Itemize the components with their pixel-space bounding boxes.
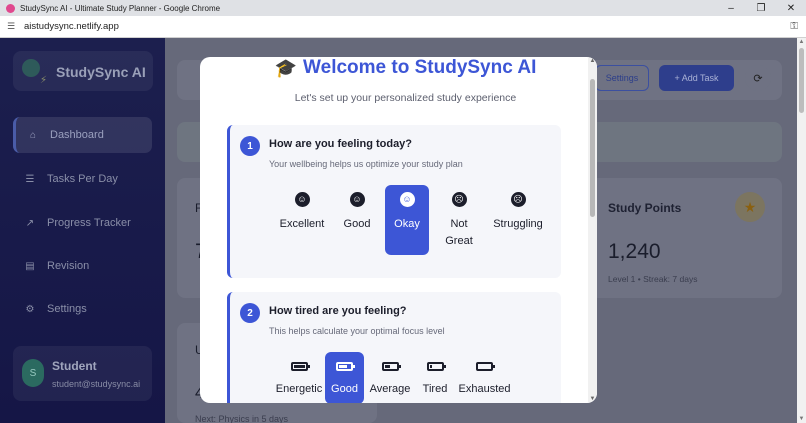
scroll-down-icon[interactable]: ▼	[797, 416, 806, 422]
mood-option-okay[interactable]: ☺ Okay	[385, 185, 429, 255]
brand[interactable]: ⚡ StudySync AI	[13, 51, 153, 91]
option-label: Excellent	[279, 218, 325, 230]
modal-scrollbar[interactable]: ▲ ▼	[588, 57, 597, 403]
question-card-mood: 1 How are you feeling today? Your wellbe…	[227, 125, 561, 278]
sidebar-item-tasks-per-day[interactable]: ☰ Tasks Per Day	[13, 161, 152, 197]
sidebar: ⚡ StudySync AI ⌂ Dashboard ☰ Tasks Per D…	[0, 38, 165, 423]
option-label: Struggling	[493, 218, 543, 230]
sidebar-item-label: Progress Tracker	[47, 217, 131, 229]
page-scroll-thumb[interactable]	[799, 48, 804, 113]
scroll-down-icon[interactable]: ▼	[588, 396, 597, 402]
sidebar-item-label: Dashboard	[50, 129, 104, 141]
add-task-button[interactable]: + Add Task	[659, 65, 734, 91]
user-profile[interactable]: S Student student@studysync.ai	[13, 346, 152, 401]
laugh-icon: ☺	[294, 192, 310, 207]
book-icon: ▤	[25, 260, 35, 272]
graduation-cap-icon: 🎓	[274, 57, 298, 78]
mood-option-good[interactable]: ☺ Good	[337, 185, 377, 255]
brand-name: StudySync AI	[56, 64, 146, 80]
study-points-level: Level 1 • Streak: 7 days	[608, 274, 698, 284]
battery-empty-icon	[476, 362, 495, 371]
modal-title-text: Welcome to StudySync AI	[303, 57, 537, 78]
question-number: 2	[240, 303, 260, 323]
list-icon: ☰	[25, 173, 35, 185]
onboarding-modal: 🎓 Welcome to StudySync AI Let's set up y…	[200, 57, 597, 403]
sidebar-item-progress-tracker[interactable]: ↗ Progress Tracker	[13, 205, 152, 241]
smile-icon: ☺	[349, 192, 365, 207]
question-hint: This helps calculate your optimal focus …	[269, 326, 445, 336]
browser-title-bar: StudySync AI - Ultimate Study Planner - …	[0, 0, 806, 16]
site-settings-icon[interactable]: ☰	[6, 21, 16, 32]
modal-scroll-thumb[interactable]	[590, 79, 595, 217]
restore-button[interactable]: ❐	[746, 0, 776, 16]
mood-option-struggling[interactable]: ☹ Struggling	[489, 185, 547, 255]
bolt-icon: ⚡	[40, 75, 48, 86]
refresh-icon[interactable]: ⟳	[745, 65, 771, 91]
sidebar-item-label: Revision	[47, 260, 90, 272]
tired-option-tired[interactable]: Tired	[418, 352, 452, 403]
modal-title: 🎓 Welcome to StudySync AI	[200, 57, 597, 79]
battery-three-quarters-icon	[336, 362, 355, 371]
page-viewport: ⚡ StudySync AI ⌂ Dashboard ☰ Tasks Per D…	[0, 38, 797, 423]
option-label: Tired	[422, 383, 448, 395]
next-exam-text: Next: Physics in 5 days	[195, 414, 289, 423]
tired-option-good[interactable]: Good	[325, 352, 364, 403]
battery-full-icon	[290, 362, 310, 371]
battery-quarter-icon	[426, 362, 446, 371]
neutral-face-icon: ☺	[399, 192, 415, 207]
window-title: StudySync AI - Ultimate Study Planner - …	[20, 3, 221, 13]
question-hint: Your wellbeing helps us optimize your st…	[269, 159, 463, 169]
option-label: Good	[331, 383, 358, 395]
sidebar-item-revision[interactable]: ▤ Revision	[13, 248, 152, 284]
address-bar[interactable]: ☰ aistudysync.netlify.app ⚿	[0, 16, 806, 38]
option-label: Energetic	[275, 383, 323, 395]
question-text: How tired are you feeling?	[269, 305, 407, 317]
option-label: Okay	[394, 218, 420, 230]
question-card-tiredness: 2 How tired are you feeling? This helps …	[227, 292, 561, 403]
url-text[interactable]: aistudysync.netlify.app	[24, 21, 119, 32]
option-label: Exhausted	[458, 383, 511, 395]
frown-icon: ☹	[451, 192, 467, 207]
scroll-up-icon[interactable]: ▲	[588, 58, 597, 64]
close-window-button[interactable]: ✕	[776, 0, 806, 16]
question-text: How are you feeling today?	[269, 138, 413, 150]
option-label: Average	[369, 383, 411, 395]
settings-button[interactable]: Settings	[595, 65, 649, 91]
gears-icon: ⚙	[25, 303, 35, 315]
scroll-up-icon[interactable]: ▲	[797, 39, 806, 45]
sad-tear-icon: ☹	[510, 192, 526, 207]
home-icon: ⌂	[29, 129, 37, 141]
option-label: Good	[343, 218, 371, 230]
password-key-icon[interactable]: ⚿	[790, 21, 798, 32]
profile-email: student@studysync.ai	[52, 379, 141, 389]
tired-option-energetic[interactable]: Energetic	[274, 352, 324, 403]
page-scrollbar[interactable]: ▲ ▼	[797, 38, 806, 423]
studysync-favicon-icon	[6, 3, 15, 13]
question-number: 1	[240, 136, 260, 156]
study-points-title: Study Points	[608, 201, 682, 215]
tired-option-exhausted[interactable]: Exhausted	[457, 352, 512, 403]
minimize-button[interactable]: –	[716, 0, 746, 16]
sidebar-item-dashboard[interactable]: ⌂ Dashboard	[13, 117, 152, 153]
battery-half-icon	[381, 362, 401, 371]
star-icon: ★	[735, 192, 765, 222]
study-points-value: 1,240	[608, 240, 661, 263]
brain-logo-icon	[22, 59, 40, 77]
sidebar-item-label: Tasks Per Day	[47, 173, 118, 185]
mood-option-excellent[interactable]: ☺ Excellent	[278, 185, 326, 255]
sidebar-item-label: Settings	[47, 303, 87, 315]
sidebar-item-settings[interactable]: ⚙ Settings	[13, 291, 152, 327]
mood-option-not-great[interactable]: ☹ Not Great	[438, 185, 480, 255]
tired-option-average[interactable]: Average	[368, 352, 412, 403]
avatar: S	[22, 359, 44, 387]
profile-name: Student	[52, 359, 97, 373]
option-label: Not Great	[445, 218, 473, 247]
modal-subtitle: Let's set up your personalized study exp…	[294, 92, 517, 104]
chart-line-icon: ↗	[25, 217, 35, 229]
